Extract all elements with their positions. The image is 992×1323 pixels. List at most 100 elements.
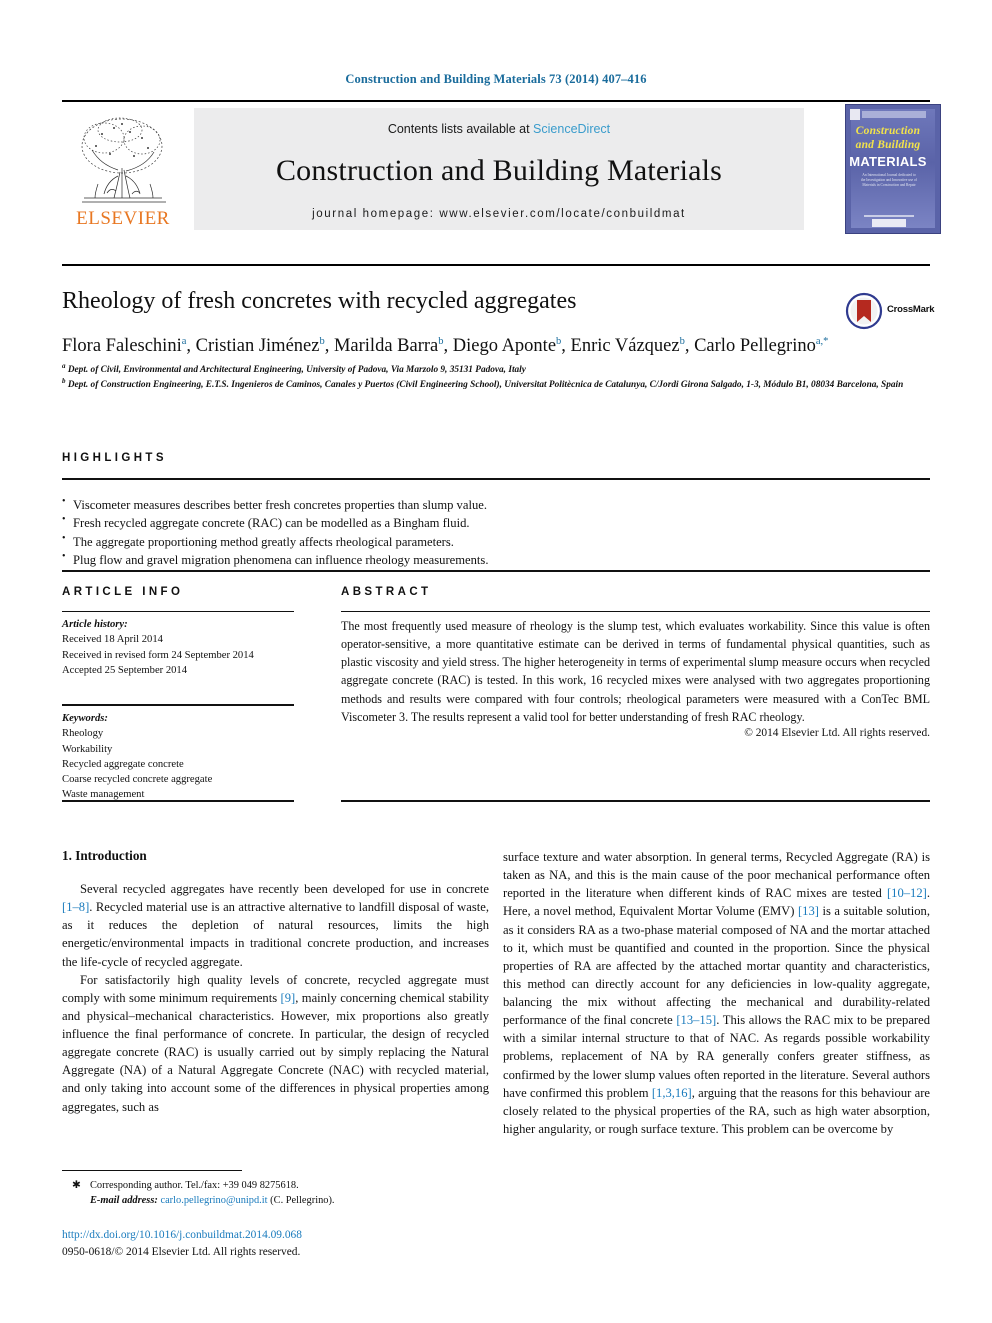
abstract-rule (341, 611, 930, 612)
contents-line: Contents lists available at ScienceDirec… (194, 108, 804, 136)
affiliation-text: Dept. of Civil, Environmental and Archit… (65, 365, 526, 376)
journal-cover-thumbnail: Construction and Building MATERIALS An I… (845, 104, 941, 234)
highlight-item: Viscometer measures describes better fre… (62, 495, 930, 514)
cover-top-bar (862, 111, 926, 118)
crossmark-badge[interactable]: CrossMark (845, 292, 941, 334)
highlights-list: Viscometer measures describes better fre… (62, 495, 930, 570)
article-history-label: Article history: (62, 619, 128, 630)
cover-publisher-mark (850, 109, 860, 120)
running-head: Construction and Building Materials 73 (… (345, 72, 647, 86)
page-title: Rheology of fresh concretes with recycle… (62, 288, 577, 314)
email-link[interactable]: carlo.pellegrino@unipd.it (160, 1195, 267, 1206)
contents-text: Contents lists available at (387, 122, 530, 136)
citation-link[interactable]: [1–8] (62, 900, 89, 914)
author-name: Cristian Jiménez (195, 336, 320, 356)
author-affiliation-marker: b (319, 335, 325, 347)
highlights-heading: HIGHLIGHTS (62, 452, 167, 464)
highlight-item: The aggregate proportioning method great… (62, 532, 930, 551)
journal-homepage-link[interactable]: journal homepage: www.elsevier.com/locat… (194, 208, 804, 220)
author-list: Flora Faleschinia, Cristian Jiménezb, Ma… (62, 335, 829, 356)
body-paragraph: surface texture and water absorption. In… (503, 848, 930, 1138)
author-affiliation-marker: b (679, 335, 685, 347)
affiliation-b: b Dept. of Construction Engineering, E.T… (62, 377, 942, 392)
highlight-item: Plug flow and gravel migration phenomena… (62, 550, 930, 569)
journal-title: Construction and Building Materials (275, 154, 723, 187)
author-name: Diego Aponte (452, 336, 557, 356)
affiliation-text: Dept. of Construction Engineering, E.T.S… (65, 380, 904, 391)
author-affiliation-marker: a,* (815, 335, 829, 347)
doi-block: http://dx.doi.org/10.1016/j.conbuildmat.… (62, 1227, 489, 1261)
body-column-left: Several recycled aggregates have recentl… (62, 880, 489, 1116)
article-history-block: Article history: Received 18 April 2014 R… (62, 617, 312, 678)
paragraph-text: . Recycled material use is an attractive… (62, 900, 489, 969)
cover-foot-box (872, 219, 906, 227)
author-affiliation-marker: b (556, 335, 562, 347)
keyword-item: Rheology (62, 728, 104, 740)
keywords-label: Keywords: (62, 713, 108, 724)
crossmark-label: CrossMark (887, 304, 935, 315)
journal-masthead: ELSEVIER Contents lists available at Sci… (62, 100, 941, 234)
email-person: (C. Pellegrino). (270, 1195, 335, 1207)
body-paragraph: Several recycled aggregates have recentl… (62, 880, 489, 971)
issn-copyright-line: 0950-0618/© 2014 Elsevier Ltd. All right… (62, 1246, 301, 1259)
doi-link[interactable]: http://dx.doi.org/10.1016/j.conbuildmat.… (62, 1227, 489, 1244)
keyword-item: Coarse recycled concrete aggregate (62, 774, 213, 785)
elsevier-wordmark: ELSEVIER (76, 208, 170, 229)
cover-foot-line (864, 215, 914, 217)
abstract-text: The most frequently used measure of rheo… (341, 619, 930, 724)
article-history-line: Received in revised form 24 September 20… (62, 649, 254, 661)
article-history-line: Accepted 25 September 2014 (62, 664, 188, 676)
author-affiliation-marker: b (438, 335, 444, 347)
paragraph-text: surface texture and water absorption. In… (503, 850, 930, 901)
corresponding-author-marker: ✱ (72, 1180, 81, 1191)
abstract-bottom-rule (341, 800, 930, 802)
footnote-block: ✱ Corresponding author. Tel./fax: +39 04… (62, 1178, 489, 1208)
article-info-rule (62, 611, 294, 612)
keywords-lines: Rheology Workability Recycled aggregate co… (62, 726, 312, 802)
title-divider (62, 264, 930, 266)
crossmark-icon (845, 292, 883, 330)
article-history-lines: Received 18 April 2014 Received in revise… (62, 632, 312, 678)
body-paragraph: For satisfactorily high quality levels o… (62, 971, 489, 1116)
body-column-right: surface texture and water absorption. In… (503, 848, 930, 1138)
citation-link[interactable]: [13–15] (676, 1013, 716, 1027)
cover-title-line2: and Building (855, 139, 921, 151)
keyword-item: Recycled aggregate concrete (62, 758, 184, 770)
paper-page: Construction and Building Materials 73 (… (0, 0, 992, 1323)
cover-blurb: An International Journal dedicated to th… (861, 173, 917, 187)
cover-title-line1: Construction (855, 125, 921, 137)
citation-link[interactable]: [10–12] (887, 886, 927, 900)
keywords-top-rule (62, 704, 294, 706)
citation-link[interactable]: [9] (281, 991, 296, 1005)
article-history-line: Received 18 April 2014 (62, 634, 163, 646)
highlight-item: Fresh recycled aggregate concrete (RAC) … (62, 513, 930, 532)
author-name: Marilda Barra (333, 336, 439, 356)
cover-title-line3: MATERIALS (849, 154, 927, 169)
author-affiliation-marker: a (181, 335, 187, 347)
author-name: Carlo Pellegrino (694, 336, 816, 356)
email-label: E-mail address: (90, 1195, 158, 1207)
paragraph-text: Several recycled aggregates have recentl… (80, 882, 489, 896)
article-info-heading: ARTICLE INFO (62, 586, 184, 598)
author-name: Enric Vázquez (570, 336, 680, 356)
footnote-rule (62, 1170, 242, 1171)
citation-link[interactable]: [13] (798, 904, 819, 918)
abstract-heading: ABSTRACT (341, 586, 432, 598)
section-title-introduction: 1. Introduction (62, 848, 147, 863)
paragraph-text: is a suitable solution, as it considers … (503, 904, 930, 1028)
sciencedirect-link[interactable]: ScienceDirect (533, 122, 610, 136)
corresponding-author-note: Corresponding author. Tel./fax: +39 049 … (90, 1180, 299, 1191)
keyword-item: Workability (62, 743, 113, 755)
affiliation-a: a Dept. of Civil, Environmental and Arch… (62, 362, 942, 377)
copyright-line: © 2014 Elsevier Ltd. All rights reserved… (744, 727, 930, 739)
keywords-bottom-rule (62, 800, 294, 802)
highlights-rule (62, 478, 930, 480)
journal-banner: Contents lists available at ScienceDirec… (194, 108, 804, 230)
keywords-block: Keywords: Rheology Workability Recycled ag… (62, 711, 312, 803)
elsevier-logo: ELSEVIER (62, 110, 184, 230)
masthead-top-rule (62, 100, 930, 102)
email-note: E-mail address: carlo.pellegrino@unipd.i… (62, 1193, 489, 1208)
author-name: Flora Faleschini (62, 336, 182, 356)
elsevier-tree-icon (81, 117, 166, 203)
citation-link[interactable]: [1,3,16] (652, 1086, 692, 1100)
